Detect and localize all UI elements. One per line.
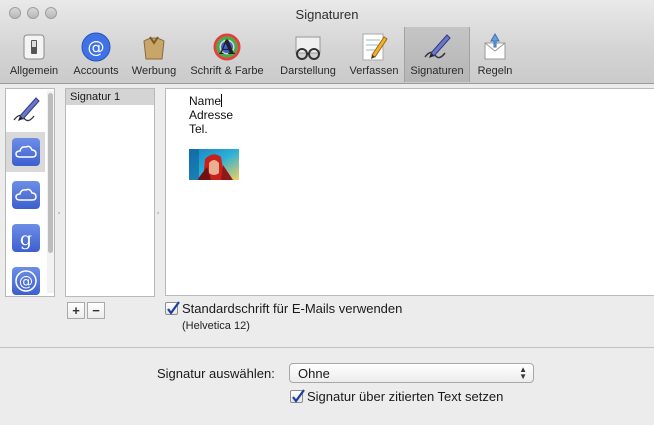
at-icon: @ xyxy=(12,267,40,295)
pencil-icon xyxy=(358,31,390,63)
svg-text:@: @ xyxy=(88,38,105,58)
accounts-scrollbar-thumb[interactable] xyxy=(48,93,53,253)
add-signature-button[interactable]: + xyxy=(67,302,85,319)
glasses-icon xyxy=(292,31,324,63)
default-font-checkbox[interactable] xyxy=(165,301,180,315)
account-mail[interactable]: @ xyxy=(6,261,45,296)
text-caret xyxy=(221,94,223,107)
svg-text:@: @ xyxy=(19,274,33,290)
account-icloud-2[interactable] xyxy=(6,175,45,215)
default-font-note: (Helvetica 12) xyxy=(182,320,250,332)
svg-text:A: A xyxy=(218,35,235,59)
signature-name-text: Name xyxy=(189,94,222,108)
tab-werbung[interactable]: Werbung xyxy=(127,27,181,82)
icloud-icon xyxy=(12,181,40,209)
signature-pen-icon xyxy=(11,93,41,128)
checkmark-icon xyxy=(292,389,305,403)
account-icloud-1[interactable] xyxy=(6,132,45,172)
svg-text:g: g xyxy=(20,228,32,250)
tab-signaturen[interactable]: Signaturen xyxy=(404,27,470,82)
remove-signature-button[interactable]: − xyxy=(87,302,105,319)
signature-address-text: Adresse xyxy=(189,108,234,122)
signature-phone-text: Tel. xyxy=(189,122,208,136)
default-font-label[interactable]: Standardschrift für E-Mails verwenden xyxy=(182,301,402,316)
place-above-quote-checkbox[interactable] xyxy=(290,389,305,403)
switch-icon xyxy=(18,31,50,63)
accounts-list[interactable]: g @ xyxy=(5,88,55,297)
section-divider xyxy=(0,347,654,348)
place-above-quote-label[interactable]: Signatur über zitierten Text setzen xyxy=(307,389,503,404)
at-icon: @ xyxy=(80,31,112,63)
trash-bag-icon xyxy=(138,31,170,63)
updown-arrows-icon: ▲ ▼ xyxy=(519,365,527,381)
tab-verfassen[interactable]: Verfassen xyxy=(346,27,402,82)
tab-darstellung[interactable]: Darstellung xyxy=(273,27,343,82)
choose-signature-value: Ohne xyxy=(298,366,330,381)
tab-accounts[interactable]: @ Accounts xyxy=(68,27,124,82)
checkmark-icon xyxy=(167,301,180,315)
tab-regeln[interactable]: Regeln xyxy=(473,27,517,82)
window-title: Signaturen xyxy=(295,7,359,22)
google-icon: g xyxy=(12,224,40,252)
window-toolbar: Signaturen Allgemein @ Accounts Werbung … xyxy=(0,0,654,84)
signature-list[interactable]: Signatur 1 xyxy=(65,88,155,297)
accounts-scrollbar[interactable] xyxy=(47,91,54,293)
column-resize-handle[interactable]: ‚ xyxy=(157,206,163,215)
signature-image xyxy=(189,149,239,180)
choose-signature-select[interactable]: Ohne ▲ ▼ xyxy=(289,363,534,383)
icloud-icon xyxy=(12,138,40,166)
choose-signature-label: Signatur auswählen: xyxy=(157,366,275,381)
font-color-icon: A xyxy=(211,31,243,63)
account-google[interactable]: g xyxy=(6,218,45,258)
signature-editor[interactable]: Name Adresse Tel. xyxy=(165,88,654,296)
account-all-signatures[interactable] xyxy=(6,89,45,129)
signature-pen-icon xyxy=(421,31,453,63)
signature-list-item[interactable]: Signatur 1 xyxy=(66,89,154,105)
rules-icon xyxy=(479,31,511,63)
tab-schrift-farbe[interactable]: A Schrift & Farbe xyxy=(184,27,270,82)
column-resize-handle[interactable]: ‚ xyxy=(58,206,64,215)
tab-allgemein[interactable]: Allgemein xyxy=(4,27,64,82)
